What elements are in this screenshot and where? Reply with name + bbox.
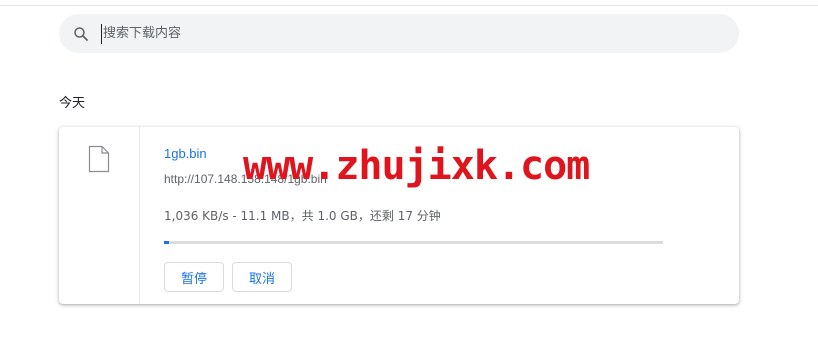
top-divider (0, 5, 818, 6)
search-input[interactable] (101, 23, 663, 44)
search-icon[interactable] (71, 24, 91, 44)
download-file-name-link[interactable]: 1gb.bin (164, 146, 207, 161)
file-icon (88, 145, 110, 178)
cancel-button[interactable]: 取消 (232, 262, 292, 292)
search-bar[interactable] (59, 14, 739, 53)
download-item-icon-column (59, 127, 140, 304)
download-progress-fill (164, 241, 170, 244)
watermark-text: www.zhujixk.com (243, 143, 590, 189)
download-progress-bar (164, 241, 663, 244)
section-heading-date: 今天 (59, 96, 86, 111)
pause-button[interactable]: 暂停 (164, 262, 224, 292)
download-status-text: 1,036 KB/s - 11.1 MB，共 1.0 GB，还剩 17 分钟 (164, 209, 441, 223)
